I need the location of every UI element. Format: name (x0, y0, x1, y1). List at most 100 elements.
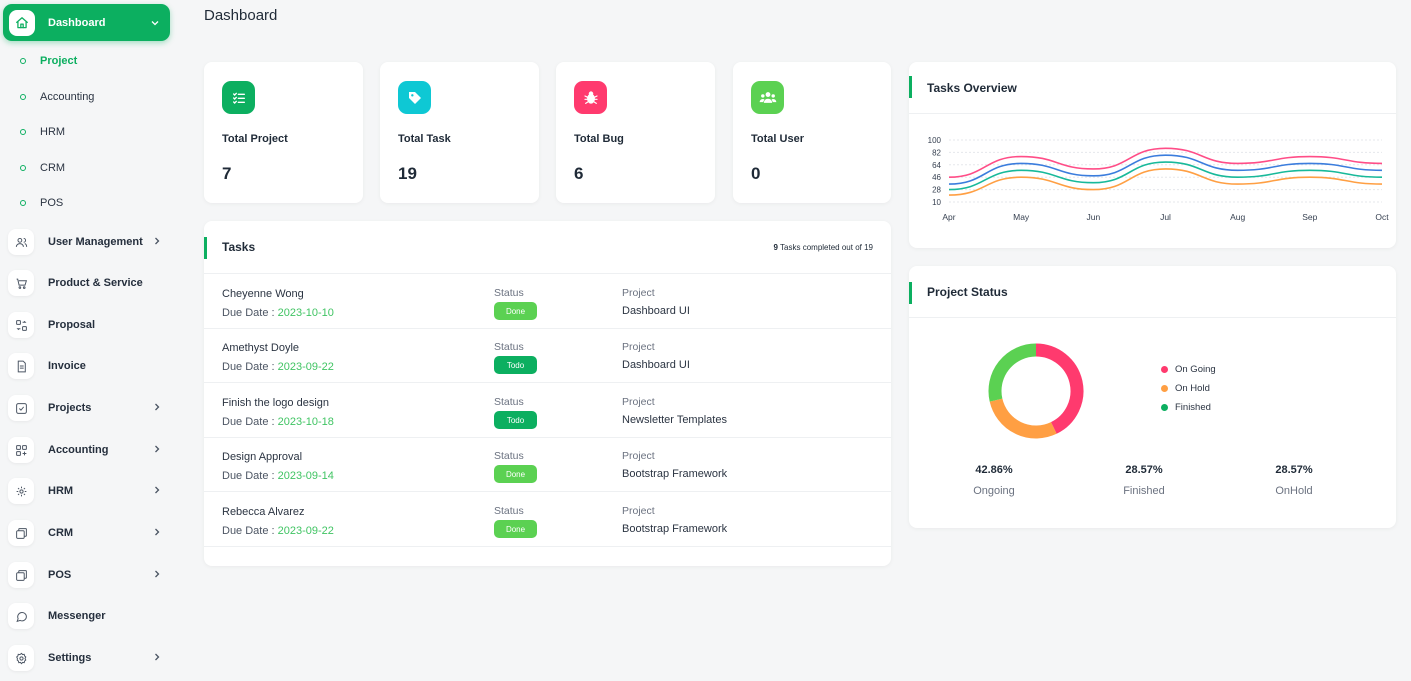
hrm-icon (8, 478, 34, 504)
sidebar-item-user-management[interactable]: User Management (8, 227, 168, 257)
sidebar-subitem-crm[interactable]: CRM (18, 162, 65, 174)
sidebar-item-pos[interactable]: POS (8, 560, 168, 590)
table-row[interactable]: Cheyenne Wong Due Date : 2023-10-10 Stat… (204, 275, 891, 329)
chevron-right-icon (152, 402, 162, 415)
x-tick-label: Apr (942, 212, 955, 222)
overview-header: Tasks Overview (909, 62, 1396, 114)
y-tick-label: 10 (932, 198, 941, 207)
table-row[interactable]: Design Approval Due Date : 2023-09-14 St… (204, 438, 891, 492)
sidebar-item-projects[interactable]: Projects (8, 393, 168, 423)
tasks-title: Tasks (222, 240, 256, 254)
pct-value: 28.57% (1125, 464, 1163, 476)
due-date: 2023-10-18 (277, 416, 334, 428)
x-tick-label: May (1013, 212, 1030, 222)
table-row[interactable]: Rebecca Alvarez Due Date : 2023-09-22 St… (204, 493, 891, 547)
bullet-icon (20, 94, 26, 100)
accent-bar (909, 76, 912, 98)
chevron-right-icon (152, 444, 162, 457)
y-tick-label: 100 (928, 136, 942, 145)
y-tick-label: 46 (932, 173, 941, 182)
project-status-donut (988, 343, 1084, 439)
legend-item-on-hold: On Hold (1161, 383, 1210, 394)
bullet-icon (20, 165, 26, 171)
sidebar-subitem-project[interactable]: Project (18, 55, 77, 67)
sidebar-subitem-accounting[interactable]: Accounting (18, 91, 94, 103)
due-label: Due Date : (222, 416, 278, 428)
x-tick-label: Aug (1230, 212, 1245, 222)
sidebar-subitem-hrm[interactable]: HRM (18, 126, 65, 138)
task-name: Finish the logo design (222, 397, 330, 409)
table-row[interactable]: Amethyst Doyle Due Date : 2023-09-22 Sta… (204, 329, 891, 383)
sidebar-item-proposal[interactable]: Proposal (8, 310, 168, 340)
sidebar-item-label: Projects (48, 402, 92, 414)
proposal-icon (8, 312, 34, 338)
home-icon (9, 9, 35, 36)
project-status-header: Project Status (909, 266, 1396, 318)
stat-title: Total User (751, 133, 804, 145)
sidebar-item-hrm[interactable]: HRM (8, 476, 168, 506)
sidebar-item-label: Invoice (48, 360, 86, 372)
overview-title: Tasks Overview (927, 81, 1017, 95)
sidebar-item-settings[interactable]: Settings (8, 643, 168, 673)
project-name: Dashboard UI (622, 359, 690, 371)
table-row[interactable]: Finish the logo design Due Date : 2023-1… (204, 384, 891, 438)
sidebar-item-invoice[interactable]: Invoice (8, 351, 168, 381)
y-tick-label: 82 (932, 148, 941, 157)
stat-card-total-bug: Total Bug 6 (556, 62, 715, 203)
sidebar-item-label: Dashboard (48, 16, 106, 29)
legend-dot (1161, 404, 1168, 411)
sidebar-item-dashboard[interactable]: Dashboard (3, 4, 170, 41)
sidebar-subitem-pos[interactable]: POS (18, 197, 63, 209)
sidebar: Dashboard Project Accounting HRM CRM POS… (0, 0, 176, 681)
sidebar-item-label: HRM (48, 485, 74, 497)
status-badge: Todo (494, 356, 537, 374)
x-tick-label: Jun (1086, 212, 1100, 222)
subitem-label: CRM (40, 162, 66, 174)
x-tick-label: Oct (1375, 212, 1389, 222)
pct-value: 42.86% (975, 464, 1013, 476)
subitem-label: POS (40, 197, 64, 209)
project-label: Project (622, 505, 655, 517)
stat-card-total-task: Total Task 19 (380, 62, 539, 203)
due-date: 2023-10-10 (277, 307, 334, 319)
due-date: 2023-09-14 (277, 470, 334, 482)
legend-dot (1161, 366, 1168, 373)
legend-label: On Hold (1175, 383, 1210, 394)
grid-icon (8, 437, 34, 463)
donut-slice (988, 343, 1037, 402)
project-name: Bootstrap Framework (622, 468, 728, 480)
tasks-completed-text: Tasks completed out of 19 (777, 243, 873, 252)
task-due: Due Date : 2023-09-14 (222, 470, 334, 482)
sidebar-item-messenger[interactable]: Messenger (8, 601, 168, 631)
bullet-icon (20, 200, 26, 206)
task-due: Due Date : 2023-09-22 (222, 361, 334, 373)
due-date: 2023-09-22 (277, 525, 334, 537)
accent-bar (909, 282, 912, 304)
sidebar-item-product-service[interactable]: Product & Service (8, 268, 168, 298)
project-label: Project (622, 396, 655, 408)
status-badge: Done (494, 520, 537, 538)
due-label: Due Date : (222, 470, 278, 482)
status-label: Status (494, 287, 524, 299)
x-tick-label: Sep (1302, 212, 1317, 222)
bullet-icon (20, 58, 26, 64)
task-name: Amethyst Doyle (222, 342, 300, 354)
sidebar-item-crm[interactable]: CRM (8, 518, 168, 548)
project-status-card: Project Status On Going On Hold Finished… (909, 266, 1396, 528)
sidebar-item-label: POS (48, 569, 72, 581)
donut-slice (989, 398, 1057, 439)
project-status-title: Project Status (927, 285, 1008, 299)
sidebar-item-accounting[interactable]: Accounting (8, 435, 168, 465)
legend-item-on-going: On Going (1161, 364, 1216, 375)
pct-label: OnHold (1275, 485, 1313, 497)
layers-icon (8, 562, 34, 588)
pct-label: Ongoing (973, 485, 1015, 497)
sidebar-item-label: CRM (48, 527, 74, 539)
chevron-right-icon (152, 485, 162, 498)
stat-title: Total Task (398, 133, 451, 145)
stat-title: Total Bug (574, 133, 624, 145)
pct-label: Finished (1123, 485, 1165, 497)
subitem-label: HRM (40, 126, 66, 138)
due-label: Due Date : (222, 307, 278, 319)
sidebar-item-label: Messenger (48, 610, 106, 622)
